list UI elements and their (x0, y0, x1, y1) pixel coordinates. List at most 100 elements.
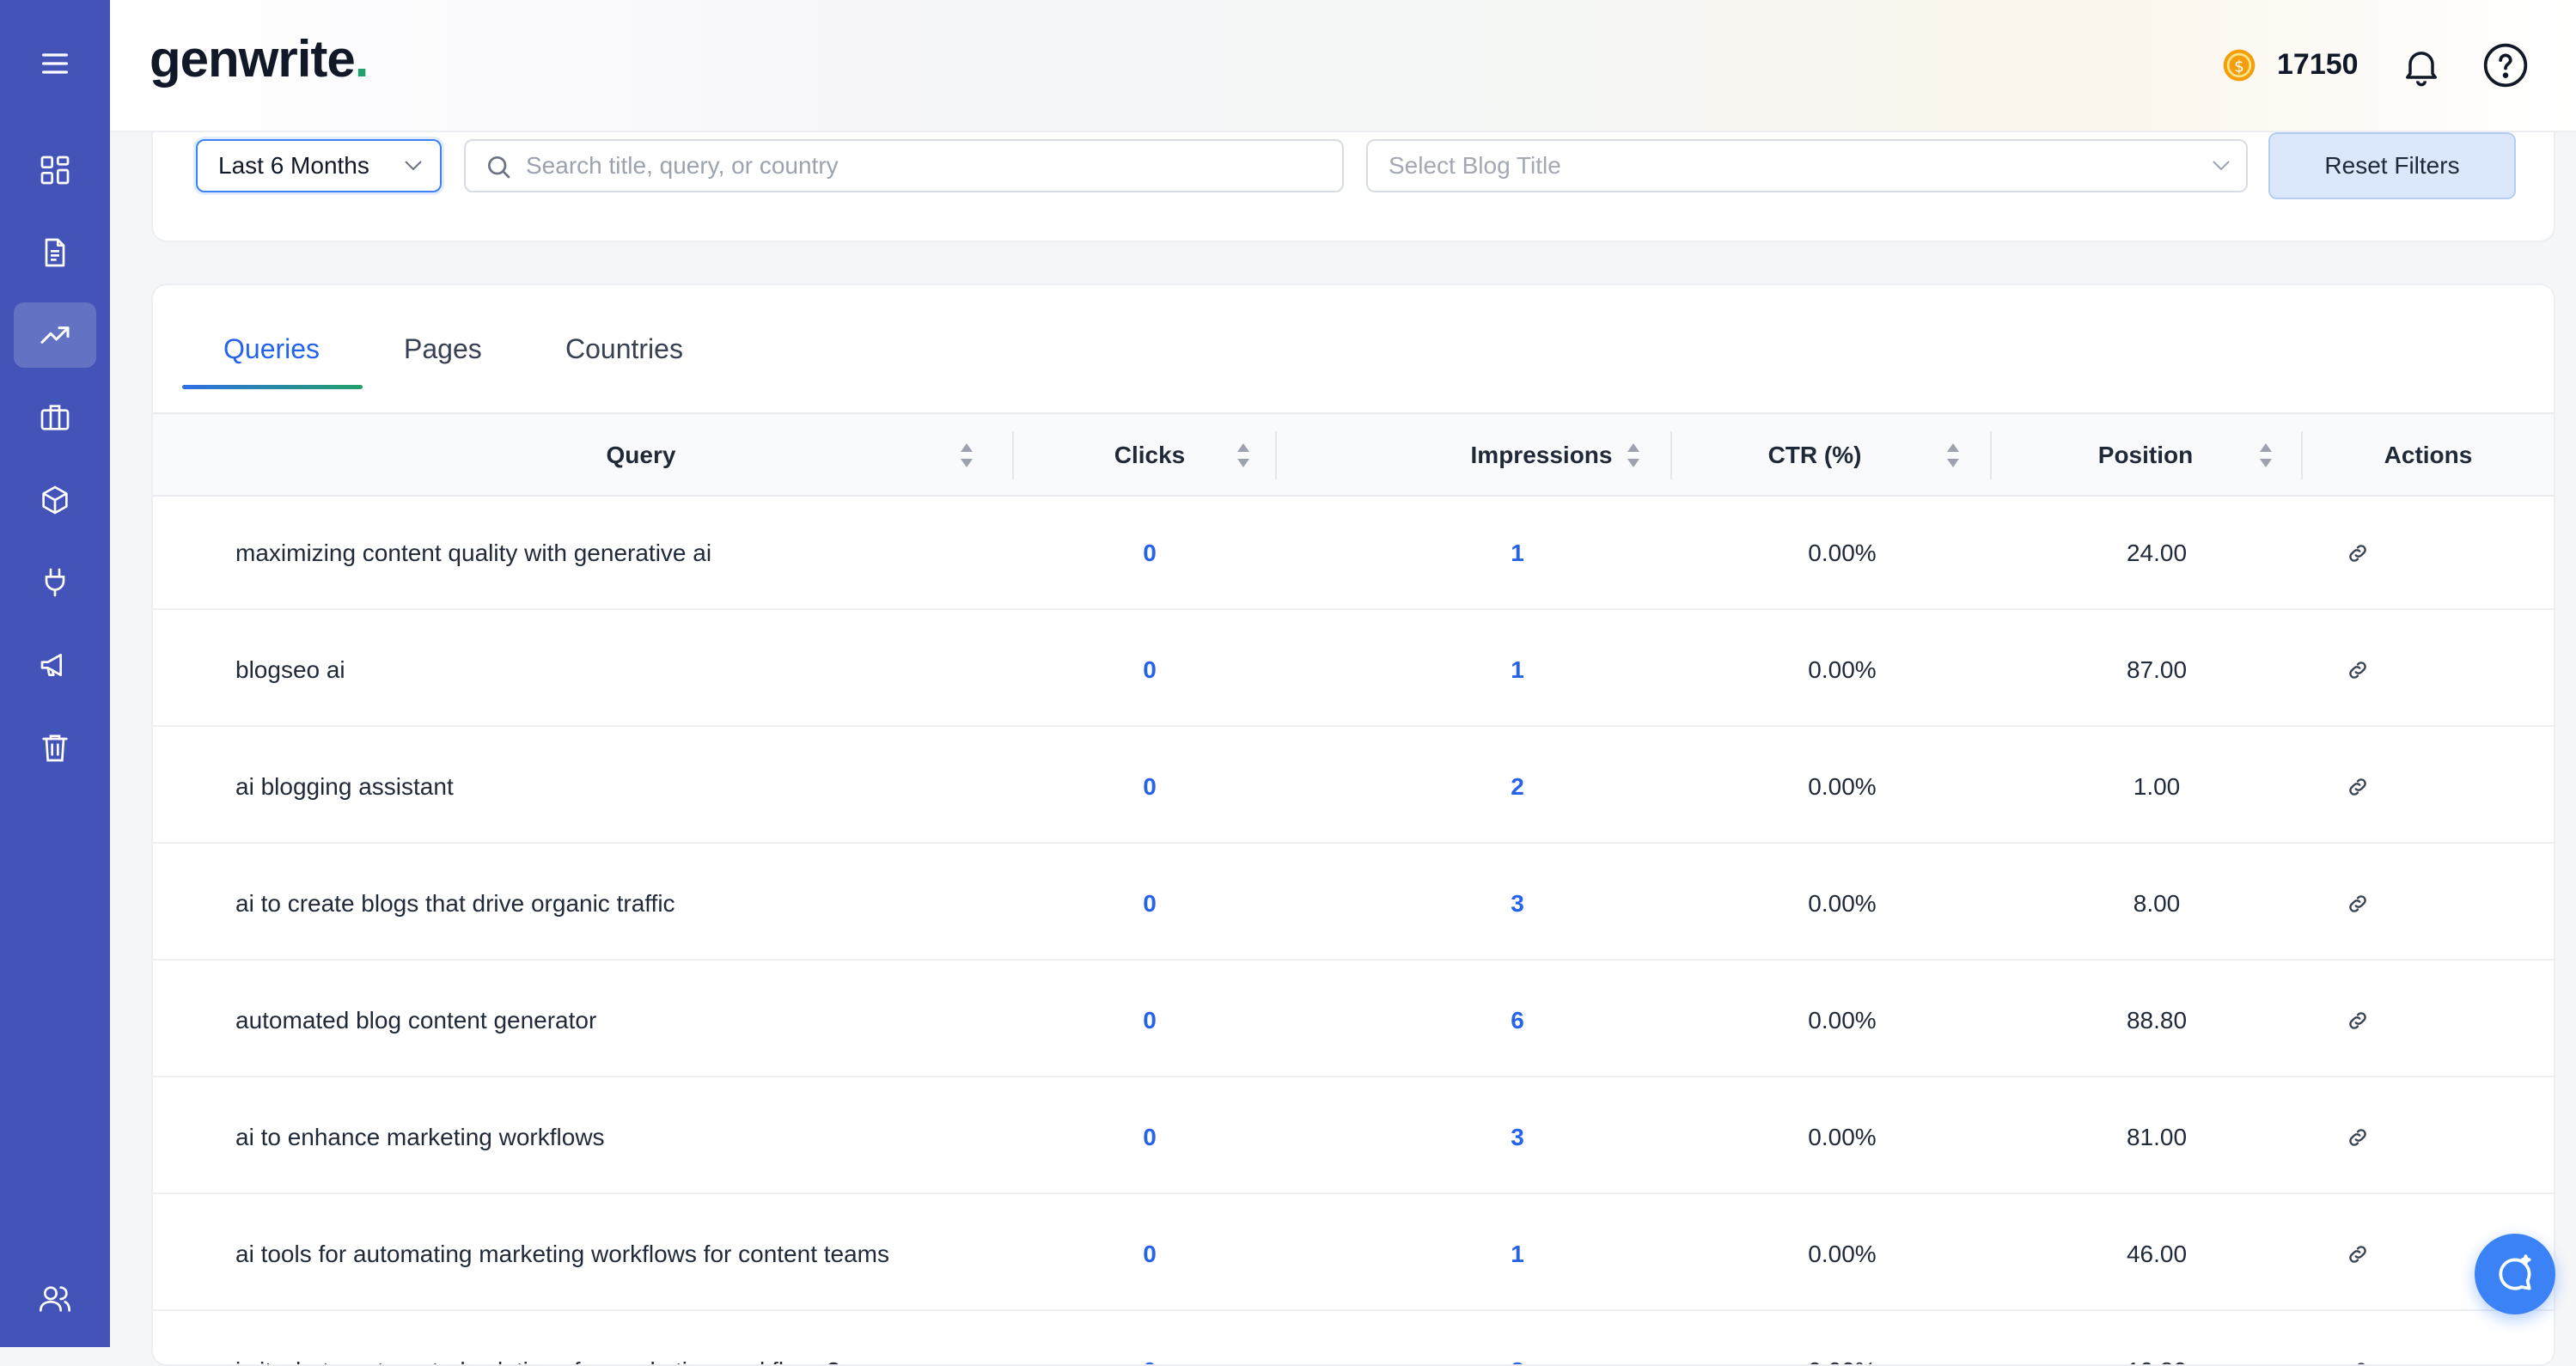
svg-text:$: $ (2234, 58, 2244, 76)
position-cell: 24.00 (2062, 498, 2251, 608)
tab-queries[interactable]: Queries (223, 333, 320, 365)
logo-dot: . (355, 30, 369, 88)
tab-countries[interactable]: Countries (565, 333, 683, 365)
chevron-down-icon (2212, 160, 2231, 172)
clicks-cell[interactable]: 0 (1064, 732, 1236, 842)
search-icon (485, 153, 512, 180)
position-cell: 1.00 (2062, 732, 2251, 842)
impressions-cell[interactable]: 3 (1431, 849, 1603, 959)
table-row: automated blog content generator 0 6 0.0… (153, 966, 2554, 1077)
impressions-cell[interactable]: 2 (1431, 732, 1603, 842)
impressions-cell[interactable]: 1 (1431, 498, 1603, 608)
sidebar-item-products[interactable] (14, 467, 96, 533)
query-cell: ai tools for automating marketing workfl… (235, 1199, 889, 1309)
open-link-button[interactable] (2332, 1082, 2384, 1192)
open-link-button[interactable] (2332, 1199, 2384, 1309)
sort-icon[interactable] (2258, 442, 2274, 469)
impressions-cell[interactable]: 1 (1431, 1199, 1603, 1309)
column-header-query[interactable]: Query (153, 414, 1129, 497)
column-header-position[interactable]: Position (1990, 414, 2301, 497)
table-header: Query Clicks Impressions CTR (%) Positio… (153, 412, 2554, 497)
sidebar-item-analytics[interactable] (14, 302, 96, 368)
sort-icon[interactable] (1626, 442, 1641, 469)
plug-icon (38, 565, 72, 600)
blog-title-select[interactable]: Select Blog Title (1366, 139, 2248, 192)
open-link-button[interactable] (2332, 1316, 2384, 1366)
logo-text: genwrite (150, 30, 355, 88)
impressions-cell[interactable]: 3 (1431, 1082, 1603, 1192)
query-cell: blogseo ai (235, 615, 345, 725)
impressions-cell[interactable]: 8 (1431, 1316, 1603, 1366)
open-link-button[interactable] (2332, 966, 2384, 1076)
position-cell: 8.00 (2062, 849, 2251, 959)
chat-sparkle-icon (2494, 1253, 2536, 1296)
query-cell: ai blogging assistant (235, 732, 454, 842)
impressions-cell[interactable]: 6 (1431, 966, 1603, 1076)
sidebar-item-jobs[interactable] (14, 385, 96, 450)
link-icon (2346, 1242, 2370, 1266)
period-select[interactable]: Last 6 Months (196, 139, 442, 192)
table-row: maximizing content quality with generati… (153, 498, 2554, 610)
table-row: blogseo ai 0 1 0.00% 87.00 (153, 615, 2554, 727)
reset-filters-button[interactable]: Reset Filters (2268, 132, 2516, 199)
table-row: is it what are toprated solutions for ma… (153, 1316, 2554, 1366)
sidebar (0, 0, 110, 1347)
chevron-down-icon (404, 160, 423, 172)
filter-bar: Last 6 Months Search title, query, or co… (151, 132, 2555, 242)
link-icon (2346, 658, 2370, 682)
open-link-button[interactable] (2332, 849, 2384, 959)
notification-bell-icon[interactable] (2399, 41, 2444, 91)
column-header-actions: Actions (2301, 414, 2555, 497)
clicks-cell[interactable]: 0 (1064, 1199, 1236, 1309)
sidebar-item-trash[interactable] (14, 715, 96, 780)
open-link-button[interactable] (2332, 498, 2384, 608)
ctr-cell: 0.00% (1748, 615, 1937, 725)
clicks-cell[interactable]: 0 (1064, 498, 1236, 608)
sidebar-item-integrations[interactable] (14, 550, 96, 615)
blog-title-placeholder: Select Blog Title (1389, 152, 1561, 180)
clicks-cell[interactable]: 0 (1064, 966, 1236, 1076)
ctr-cell: 0.00% (1748, 1316, 1937, 1366)
sort-icon[interactable] (959, 442, 974, 469)
clicks-cell[interactable]: 0 (1064, 1082, 1236, 1192)
clicks-cell[interactable]: 0 (1064, 1316, 1236, 1366)
column-header-query-label: Query (607, 442, 676, 469)
search-input[interactable]: Search title, query, or country (464, 139, 1344, 192)
ctr-cell: 0.00% (1748, 1199, 1937, 1309)
sidebar-item-announcements[interactable] (14, 632, 96, 698)
credits-count: 17150 (2277, 48, 2359, 82)
queries-table-card: Queries Pages Countries Query Clicks Imp… (151, 284, 2555, 1366)
table-row: ai to create blogs that drive organic tr… (153, 849, 2554, 960)
open-link-button[interactable] (2332, 615, 2384, 725)
menu-button[interactable] (14, 31, 96, 96)
tab-pages[interactable]: Pages (404, 333, 482, 365)
document-icon (38, 235, 72, 270)
column-header-ctr[interactable]: CTR (%) (1670, 414, 1959, 497)
sidebar-item-dashboard[interactable] (14, 137, 96, 203)
table-row: ai tools for automating marketing workfl… (153, 1199, 2554, 1311)
sidebar-item-users[interactable] (14, 1266, 96, 1332)
period-select-value: Last 6 Months (218, 152, 369, 180)
dashboard-icon (38, 153, 72, 187)
column-header-impressions-label: Impressions (1471, 442, 1613, 469)
sort-icon[interactable] (1236, 442, 1251, 469)
clicks-cell[interactable]: 0 (1064, 615, 1236, 725)
sidebar-item-documents[interactable] (14, 220, 96, 285)
position-cell: 88.80 (2062, 966, 2251, 1076)
column-header-ctr-label: CTR (%) (1768, 442, 1862, 469)
ctr-cell: 0.00% (1748, 849, 1937, 959)
clicks-cell[interactable]: 0 (1064, 849, 1236, 959)
impressions-cell[interactable]: 1 (1431, 615, 1603, 725)
help-icon[interactable] (2481, 41, 2530, 89)
sort-icon[interactable] (1945, 442, 1961, 469)
active-tab-indicator (182, 385, 363, 389)
menu-icon (38, 46, 72, 81)
genwrite-logo[interactable]: genwrite. (150, 29, 368, 88)
open-link-button[interactable] (2332, 732, 2384, 842)
link-icon (2346, 1125, 2370, 1150)
search-placeholder: Search title, query, or country (526, 152, 839, 180)
chat-support-button[interactable] (2475, 1234, 2555, 1314)
link-icon (2346, 892, 2370, 916)
link-icon (2346, 1009, 2370, 1033)
link-icon (2346, 775, 2370, 799)
